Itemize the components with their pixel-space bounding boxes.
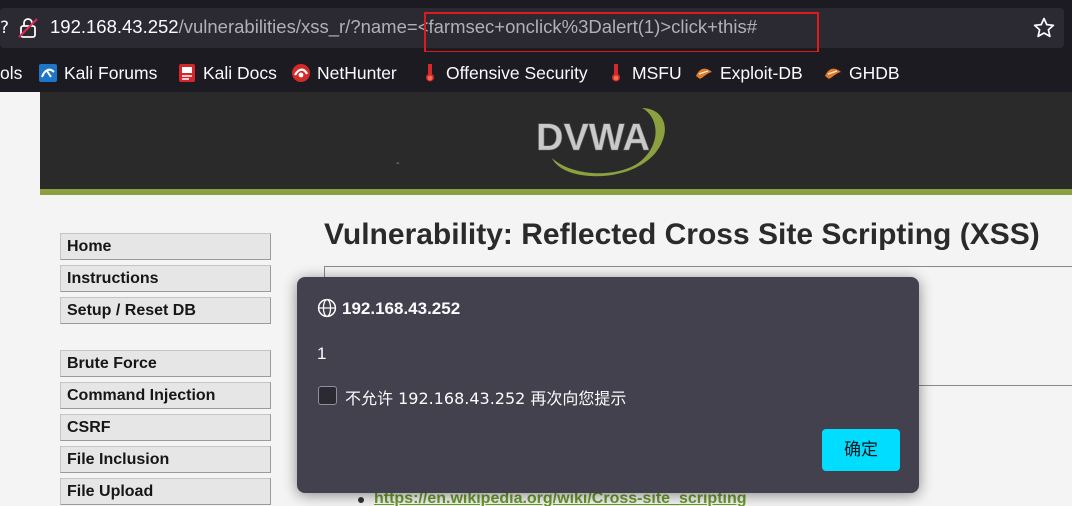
ghdb-icon xyxy=(825,68,841,79)
bookmark-label: Kali Forums xyxy=(64,62,158,83)
exploit-db-icon xyxy=(696,68,712,79)
nethunter-icon xyxy=(292,64,310,82)
bookmark-star-icon[interactable] xyxy=(1032,16,1056,40)
bookmark-label: MSFU xyxy=(632,62,682,83)
bookmark-kali-docs[interactable]: Kali Docs xyxy=(177,62,277,84)
offsec-icon xyxy=(426,64,434,82)
menu-instructions[interactable]: Instructions xyxy=(60,265,271,292)
url-bar-area: ? 192.168.43.252/vulnerabilities/xss_r/?… xyxy=(0,0,1072,53)
dialog-origin: 192.168.43.252 xyxy=(342,299,461,318)
bookmark-kali-forums[interactable]: Kali Forums xyxy=(38,62,157,84)
bookmark-label: NetHunter xyxy=(317,62,397,83)
menu-setup-reset-db[interactable]: Setup / Reset DB xyxy=(60,297,271,324)
kali-forums-icon xyxy=(39,64,57,82)
insecure-lock-icon[interactable] xyxy=(18,17,38,39)
bookmark-exploit-db[interactable]: Exploit-DB xyxy=(694,62,803,84)
menu-brute-force[interactable]: Brute Force xyxy=(60,350,271,377)
bookmark-msfu[interactable]: MSFU xyxy=(606,62,682,84)
page-title: Vulnerability: Reflected Cross Site Scri… xyxy=(324,218,1040,251)
page-margin xyxy=(0,92,40,506)
kali-docs-icon xyxy=(179,64,195,82)
menu-home[interactable]: Home xyxy=(60,233,271,260)
suppress-prompts-label[interactable]: 不允许 192.168.43.252 再次向您提示 xyxy=(345,385,626,409)
alert-dialog: 192.168.43.252 1 不允许 192.168.43.252 再次向您… xyxy=(297,277,919,493)
page-info-glyph[interactable]: ? xyxy=(0,18,9,38)
bookmark-label: Offensive Security xyxy=(446,62,588,83)
menu-file-inclusion[interactable]: File Inclusion xyxy=(60,446,271,473)
menu-file-upload[interactable]: File Upload xyxy=(60,478,271,505)
menu-csrf[interactable]: CSRF xyxy=(60,414,271,441)
ok-button[interactable]: 确定 xyxy=(822,429,900,471)
bookmark-nethunter[interactable]: NetHunter xyxy=(291,62,397,84)
bookmark-ghdb[interactable]: GHDB xyxy=(823,62,900,84)
dvwa-header: DVWA - xyxy=(40,92,1072,195)
bookmark-offensive-security[interactable]: Offensive Security xyxy=(420,62,588,84)
suppress-prompts-checkbox[interactable] xyxy=(318,386,337,405)
msfu-icon xyxy=(612,64,620,82)
bookmark-label: GHDB xyxy=(849,62,900,83)
list-bullet xyxy=(358,497,364,503)
bookmark-label: Exploit-DB xyxy=(720,62,803,83)
dvwa-logo: DVWA xyxy=(536,108,665,177)
url-host: 192.168.43.252 xyxy=(50,16,179,37)
bookmark-label: ols xyxy=(0,62,23,83)
url-path: /vulnerabilities/xss_r/?name= xyxy=(178,16,418,37)
logo-text: DVWA xyxy=(536,117,650,159)
bookmark-tools[interactable]: ols xyxy=(0,62,22,84)
menu-command-injection[interactable]: Command Injection xyxy=(60,382,271,409)
address-bar[interactable]: ? 192.168.43.252/vulnerabilities/xss_r/?… xyxy=(0,8,1064,48)
header-mark: - xyxy=(396,158,400,169)
dialog-message: 1 xyxy=(317,344,327,363)
url-text[interactable]: 192.168.43.252/vulnerabilities/xss_r/?na… xyxy=(50,16,757,38)
bookmarks-toolbar: ols Kali Forums Kali Docs NetHunter Offe… xyxy=(0,52,1072,92)
globe-icon xyxy=(317,298,337,318)
bookmark-label: Kali Docs xyxy=(203,62,277,83)
url-query: <farmsec+onclick%3Dalert(1)>click+this# xyxy=(417,16,757,37)
